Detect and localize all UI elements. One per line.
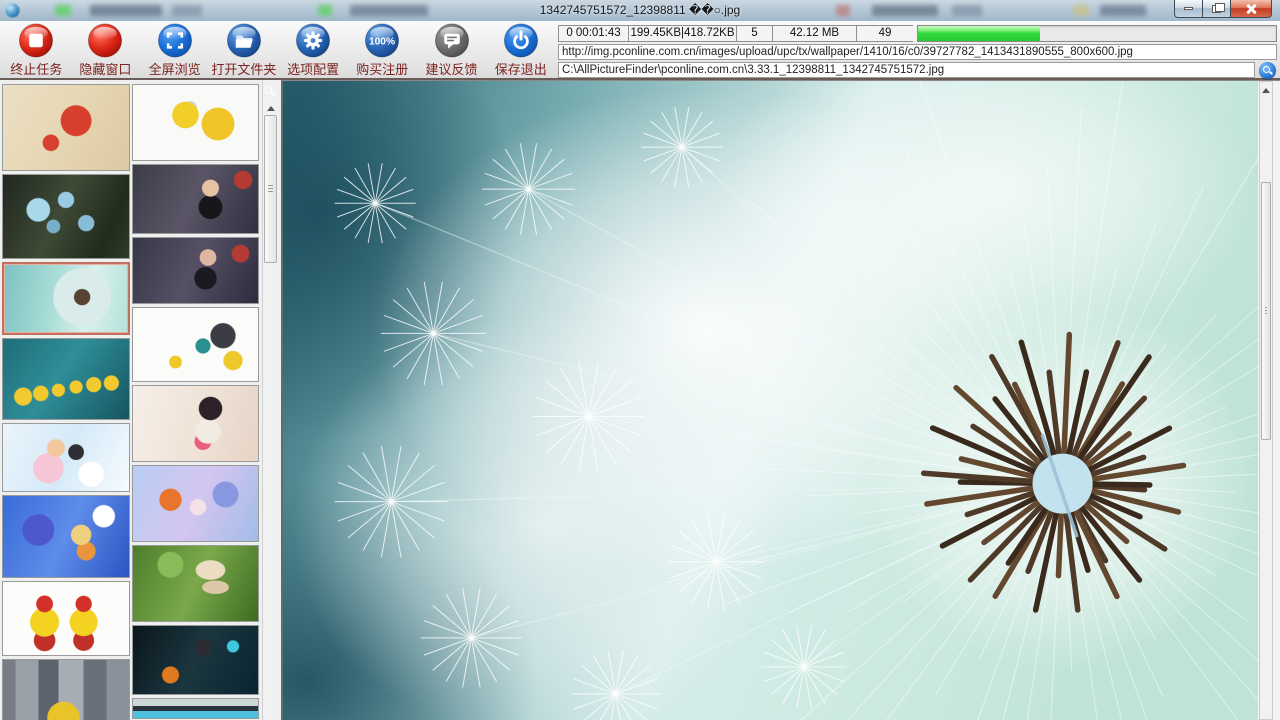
thumbnail-mushrooms-green[interactable] — [132, 545, 259, 622]
register-badge: 100% — [369, 36, 395, 47]
thumbnail-minion-lockers[interactable] — [2, 659, 130, 720]
arrow-up-icon — [1262, 88, 1270, 93]
tool-label: 建议反馈 — [426, 59, 478, 78]
thumbnail-despicable-me-family[interactable] — [132, 307, 259, 382]
toolbar-strip: 终止任务 隐藏窗口 全屏浏览 — [0, 21, 1280, 80]
window-title: 1342745751572_12398811 ��○.jpg — [0, 3, 1280, 17]
progress-fill — [918, 26, 1040, 41]
sidebar-scrollbar[interactable] — [262, 80, 278, 720]
close-button[interactable] — [1230, 0, 1272, 18]
hide-window-button[interactable]: 隐藏窗口 — [72, 23, 138, 78]
main-scroll-thumb[interactable] — [1261, 182, 1271, 440]
tool-label: 全屏浏览 — [149, 59, 201, 78]
thumbnail-girl-portrait[interactable] — [132, 385, 259, 462]
open-folder-button[interactable]: 打开文件夹 — [211, 23, 277, 78]
save-exit-button[interactable]: 保存退出 — [488, 23, 554, 78]
hide-window-icon — [87, 23, 123, 58]
main-image-dandelion — [283, 81, 1258, 720]
thumbnail-column-2 — [132, 84, 259, 720]
toolbar: 终止任务 隐藏窗口 全屏浏览 — [0, 21, 557, 78]
register-percent-icon: 100% — [364, 23, 400, 58]
thumbnail-dandelion-teal-selected[interactable] — [2, 262, 130, 335]
progress-bar — [917, 25, 1277, 42]
thumbnail-minions-group-teal[interactable] — [2, 338, 130, 420]
feedback-button[interactable]: 建议反馈 — [419, 23, 485, 78]
search-magnifier-icon — [1259, 62, 1276, 79]
status-transfer-size: 199.45KB|418.72KB — [628, 25, 736, 42]
source-url-input[interactable] — [558, 44, 1277, 60]
status-file-count: 49 — [856, 25, 913, 42]
status-bar: 0 00:01:43 199.45KB|418.72KB 5 42.12 MB … — [558, 25, 1277, 42]
main-image-view — [281, 80, 1280, 720]
status-task-count: 5 — [736, 25, 772, 42]
thumbnail-minions-christmas[interactable] — [2, 581, 130, 656]
options-button[interactable]: 选项配置 — [280, 23, 346, 78]
arrow-up-icon — [267, 106, 275, 111]
options-gear-icon — [295, 23, 331, 58]
feedback-bubble-icon — [434, 23, 470, 58]
stop-task-button[interactable]: 终止任务 — [3, 23, 69, 78]
thumbnail-anime-girl-orange-hair[interactable] — [132, 465, 259, 542]
maximize-button[interactable] — [1203, 0, 1230, 18]
register-button[interactable]: 100% 购买注册 — [349, 23, 415, 78]
thumbnail-game-girl-purple-1[interactable] — [132, 164, 259, 234]
thumbnail-anime-girls-pink[interactable] — [2, 423, 130, 492]
main-image-wrap — [283, 81, 1258, 720]
fullscreen-button[interactable]: 全屏浏览 — [142, 23, 208, 78]
minimize-button[interactable] — [1174, 0, 1203, 18]
sidebar-scroll-up-button[interactable] — [263, 102, 278, 114]
content-area — [0, 80, 1280, 720]
sidebar-scroll-thumb[interactable] — [264, 115, 277, 263]
title-bar: 1342745751572_12398811 ��○.jpg — [0, 0, 1280, 21]
tool-label: 选项配置 — [287, 59, 339, 78]
open-folder-icon — [226, 23, 262, 58]
window-controls — [1174, 0, 1272, 18]
search-button[interactable] — [1257, 62, 1277, 79]
tool-label: 终止任务 — [10, 59, 62, 78]
app-window: 1342745751572_12398811 ��○.jpg 终止任务 — [0, 0, 1280, 720]
source-url-row — [558, 44, 1277, 60]
close-icon — [1245, 4, 1257, 14]
tool-label: 隐藏窗口 — [79, 59, 131, 78]
save-path-input[interactable] — [558, 62, 1255, 78]
thumbnail-column-1 — [2, 84, 130, 720]
thumbnail-red-fox-cartoon[interactable] — [2, 84, 130, 171]
main-scrollbar[interactable] — [1259, 81, 1273, 720]
tool-label: 打开文件夹 — [211, 59, 276, 78]
thumbnail-game-girl-purple-2[interactable] — [132, 237, 259, 304]
save-path-row — [558, 62, 1277, 78]
thumbnail-dark-anime-warrior[interactable] — [132, 625, 259, 695]
restore-icon — [1212, 5, 1221, 13]
thumbnail-blue-flowers-macro[interactable] — [2, 174, 130, 259]
main-scroll-up-button[interactable] — [1260, 84, 1272, 96]
tool-label: 保存退出 — [495, 59, 547, 78]
tool-label: 购买注册 — [356, 59, 408, 78]
thumbnail-sidebar — [0, 80, 281, 720]
minimize-icon — [1184, 7, 1193, 10]
thumbnail-minion-bananas[interactable] — [132, 84, 259, 161]
thumbnail-anime-girls-blue-sky[interactable] — [2, 495, 130, 578]
save-exit-power-icon — [503, 23, 539, 58]
fullscreen-icon — [157, 23, 193, 58]
status-address-panel: 0 00:01:43 199.45KB|418.72KB 5 42.12 MB … — [557, 21, 1280, 78]
thumbnail-sea-island[interactable] — [132, 698, 259, 719]
status-downloaded-total: 42.12 MB — [772, 25, 856, 42]
stop-task-icon — [18, 23, 54, 58]
status-elapsed-time: 0 00:01:43 — [558, 25, 628, 42]
